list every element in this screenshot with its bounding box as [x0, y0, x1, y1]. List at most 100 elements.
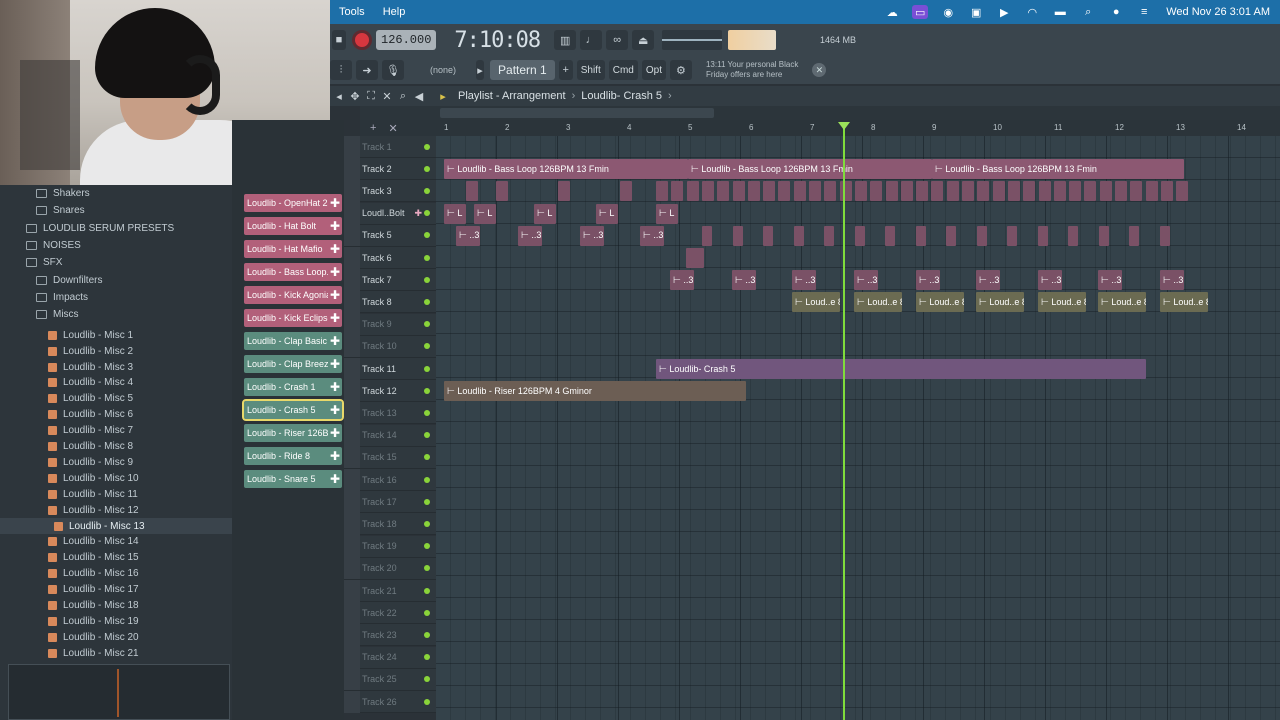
browser-file[interactable]: Loudlib - Misc 1 [0, 327, 232, 343]
playlist-clip[interactable]: ⊢ ..3 [670, 270, 694, 291]
track-header[interactable]: Track 22 [344, 601, 436, 625]
track-mute-indicator[interactable] [424, 498, 430, 505]
playlist-clip[interactable]: ⊢ Loudlib - Bass Loop 126BPM 13 Fmin [932, 159, 1184, 180]
track-grip[interactable] [344, 202, 360, 225]
playlist-clip[interactable] [763, 181, 776, 202]
channel-button[interactable]: Loudlib - Crash 5 ✚ [242, 399, 344, 421]
track-grip[interactable] [344, 601, 360, 624]
browser-folder[interactable]: Downfilters [0, 271, 232, 288]
playlist-clip[interactable]: ⊢ Loudlib - Riser 126BPM 4 Gminor [444, 381, 746, 402]
track-header[interactable]: Track 23 [344, 623, 436, 647]
track-grip[interactable] [344, 379, 360, 402]
playlist-clip[interactable] [732, 225, 743, 246]
screen-record-icon[interactable]: ▭ [912, 5, 929, 19]
track-header[interactable]: Track 6 [344, 246, 436, 269]
playlist-clip[interactable] [1038, 181, 1051, 202]
playlist-clip[interactable]: ⊢ Loud..e 8 [792, 292, 840, 313]
browser-file[interactable]: Loudlib - Misc 9 [0, 455, 232, 471]
playlist-clip[interactable] [870, 181, 883, 202]
playlist-clip[interactable] [1130, 181, 1143, 202]
track-mute-indicator[interactable] [424, 210, 430, 217]
shift-modifier-button[interactable]: Shift [576, 60, 605, 80]
track-mute-indicator[interactable] [424, 387, 430, 394]
track-mute-indicator[interactable] [424, 476, 430, 483]
playlist-clip[interactable] [1159, 225, 1170, 246]
channel-button[interactable]: Loudlib - Kick Agonia ✚ [244, 286, 342, 304]
playlist-clip[interactable] [496, 181, 508, 202]
playlist-clip[interactable] [977, 181, 990, 202]
track-mute-indicator[interactable] [424, 321, 430, 328]
playlist-clip[interactable] [778, 181, 791, 202]
browser-folder[interactable]: Snares [0, 202, 232, 219]
track-mute-indicator[interactable] [424, 454, 430, 461]
track-grip[interactable] [344, 357, 360, 380]
browser-file[interactable]: Loudlib - Misc 6 [0, 407, 232, 423]
playlist-clip[interactable]: ⊢ L [656, 203, 678, 224]
channel-button[interactable]: Loudlib - OpenHat 25 ✚ [244, 194, 342, 212]
playlist-clip[interactable] [656, 181, 668, 202]
channel-add-icon[interactable]: ✚ [328, 357, 342, 371]
play-icon[interactable]: ▸ [436, 90, 450, 103]
browser-file[interactable]: Loudlib - Misc 12 [0, 502, 232, 518]
track-header[interactable]: Track 10 [344, 335, 436, 358]
browser-file[interactable]: Loudlib - Misc 3 [0, 359, 232, 375]
channel-button[interactable]: Loudlib - Bass Loop... ✚ [244, 263, 342, 281]
playlist-clip[interactable] [885, 225, 895, 246]
channel-add-icon[interactable]: ✚ [328, 311, 342, 325]
menu-tools[interactable]: Tools [330, 6, 374, 18]
playlist-clip[interactable] [1084, 181, 1097, 202]
track-grip[interactable] [344, 668, 360, 691]
playlist-clip[interactable] [466, 181, 478, 202]
microphone-icon[interactable]: 🎙 [382, 60, 404, 80]
play-circle-icon[interactable]: ▶ [996, 5, 1012, 19]
playhead-line[interactable] [843, 128, 845, 720]
playlist-clip[interactable]: ⊢ ..3 [456, 225, 480, 246]
track-grip[interactable] [344, 246, 360, 269]
channel-add-icon[interactable]: ✚ [328, 403, 342, 417]
playlist-clip[interactable] [885, 181, 898, 202]
playlist-clip[interactable]: ⊢ ..3 [1098, 270, 1122, 291]
track-header[interactable]: Track 24 [344, 646, 436, 669]
track-grip[interactable] [344, 557, 360, 580]
playlist-clip[interactable] [915, 225, 926, 246]
channel-add-icon[interactable]: ✚ [328, 334, 342, 348]
playlist-clip[interactable] [686, 248, 704, 268]
playlist-clip[interactable]: ⊢ ..3 [732, 270, 756, 291]
channel-button[interactable]: Loudlib - Crash 1 ✚ [244, 378, 342, 396]
search-icon[interactable]: ⌕ [1080, 5, 1096, 19]
track-header[interactable]: Track 2 [344, 157, 436, 181]
info-icon[interactable]: ✕ [812, 63, 827, 77]
track-grip[interactable] [344, 646, 360, 669]
track-mute-indicator[interactable] [424, 365, 430, 372]
track-header[interactable]: Track 25 [344, 668, 436, 691]
arrow-right-icon[interactable]: ➜ [356, 60, 378, 80]
track-grip[interactable] [344, 157, 360, 180]
track-header[interactable]: Track 20 [344, 557, 436, 580]
playlist-clip[interactable]: ⊢ Loud..e 8 [854, 292, 902, 313]
browser-file[interactable]: Loudlib - Misc 20 [0, 629, 232, 645]
track-mute-indicator[interactable] [424, 587, 430, 594]
control-center-icon[interactable]: ≡ [1136, 5, 1152, 19]
track-header[interactable]: Track 14 [344, 424, 436, 447]
track-mute-indicator[interactable] [424, 676, 430, 683]
channel-button[interactable]: Loudlib - Riser 126B... ✚ [244, 424, 342, 442]
timeline-ruler[interactable]: 1 2 3 4 5 6 7 8 9 10 11 12 13 14 [436, 120, 1280, 136]
playlist-clip[interactable]: ⊢ ..3 [640, 225, 664, 246]
channel-button[interactable]: Loudlib - Snare 5 ✚ [244, 470, 342, 488]
browser-folder[interactable]: LOUDLIB SERUM PRESETS [0, 220, 232, 237]
playlist-clip[interactable] [854, 181, 867, 202]
playlist-clip[interactable]: ⊢ L [596, 203, 618, 224]
browser-file[interactable]: Loudlib - Misc 11 [0, 486, 232, 502]
playlist-clip[interactable] [671, 181, 684, 202]
track-grip[interactable] [344, 179, 360, 202]
browser-folder[interactable]: Shakers [0, 185, 232, 202]
track-header[interactable]: Loudl..Bolt ✚ [344, 202, 436, 225]
playlist-clip[interactable] [1053, 181, 1066, 202]
playlist-clip[interactable] [793, 225, 804, 246]
track-mute-indicator[interactable] [424, 520, 430, 527]
playlist-clip[interactable]: ⊢ Loudlib- Crash 5 [656, 359, 1146, 379]
playlist-clip[interactable]: ⊢ Loud..e 8 [1098, 292, 1146, 313]
playlist-clip[interactable]: ⊢ ..3 [1160, 270, 1184, 291]
browser-file[interactable]: Loudlib - Misc 4 [0, 375, 232, 391]
track-grip[interactable] [344, 490, 360, 513]
